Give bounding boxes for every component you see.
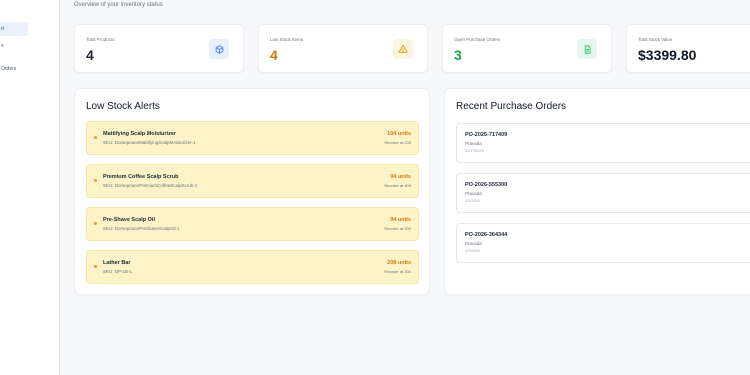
document-icon <box>577 39 597 59</box>
product-sku: SKU: DomepeacePreShaveScalpOil-1 <box>103 226 180 231</box>
reorder-level: Reorder at 300 <box>384 226 411 231</box>
units-count: 208 units <box>387 260 411 266</box>
purchase-order-id: PO-2026-555300 <box>465 182 508 188</box>
stat-card-open-purchase-orders: Open Purchase Orders 3 <box>442 24 612 73</box>
reorder-level: Reorder at 400 <box>384 183 411 188</box>
units-count: 104 units <box>387 131 411 137</box>
product-sku: SKU: DP-LB-1 <box>103 269 133 274</box>
warning-icon <box>393 39 413 59</box>
purchase-order-id: PO-2026-364344 <box>465 232 508 238</box>
status-dot <box>94 265 97 268</box>
product-sku: SKU: DomepeacePremiumCoffeeScalpScrub-1 <box>103 183 198 188</box>
reorder-level: Reorder at 230 <box>384 140 411 145</box>
stat-label: Total Stock Value <box>638 37 673 42</box>
stat-value: 4 <box>270 47 278 63</box>
units-count: 94 units <box>390 217 411 223</box>
stat-value: 4 <box>86 47 94 63</box>
product-name: Premium Coffee Scalp Scrub <box>103 174 179 180</box>
order-date: 11/17/2025 <box>465 149 484 153</box>
purchase-order-item[interactable]: PO-2026-364344 Pravada 1/7/2026 <box>456 223 750 263</box>
sidebar-item-label: s <box>1 43 4 49</box>
cube-icon <box>209 39 229 59</box>
units-count: 94 units <box>390 174 411 180</box>
sidebar-item-purchase-orders[interactable]: Orders <box>0 62 58 76</box>
stat-label: Total Products <box>86 37 115 42</box>
status-dot <box>94 136 97 139</box>
product-name: Lather Bar <box>103 260 131 266</box>
purchase-order-item[interactable]: PO-2025-717409 Pravada 11/17/2025 <box>456 123 750 163</box>
stat-card-low-stock: Low Stock Items 4 <box>258 24 428 73</box>
low-stock-panel: Low Stock Alerts Mattifying Scalp Moistu… <box>74 88 430 295</box>
product-name: Pre-Shave Scalp Oil <box>103 217 155 223</box>
sidebar-item-products[interactable]: s <box>0 39 58 53</box>
vendor-name: Pravada <box>465 241 482 246</box>
low-stock-item[interactable]: Pre-Shave Scalp Oil SKU: DomepeacePreSha… <box>86 207 419 241</box>
order-date: 1/7/2026 <box>465 249 480 253</box>
panel-title: Low Stock Alerts <box>86 101 160 112</box>
sidebar-item-dashboard[interactable]: d <box>0 22 28 36</box>
low-stock-item[interactable]: Premium Coffee Scalp Scrub SKU: Domepeac… <box>86 164 419 198</box>
stat-label: Low Stock Items <box>270 37 304 42</box>
product-sku: SKU: DomepeaceMattifyingScalpMoisturizer… <box>103 140 196 145</box>
stat-card-total-products: Total Products 4 <box>74 24 244 73</box>
page-subtitle: Overview of your inventory status <box>74 2 163 8</box>
vendor-name: Pravada <box>465 141 482 146</box>
product-name: Mattifying Scalp Moisturizer <box>103 131 177 137</box>
order-date: 1/7/2026 <box>465 199 480 203</box>
reorder-level: Reorder at 300 <box>384 269 411 274</box>
stat-value: 3 <box>454 47 462 63</box>
sidebar: d s Orders <box>0 0 60 375</box>
sidebar-item-settings[interactable] <box>0 80 58 94</box>
low-stock-item[interactable]: Lather Bar SKU: DP-LB-1 208 units Reorde… <box>86 250 419 284</box>
low-stock-item[interactable]: Mattifying Scalp Moisturizer SKU: Domepe… <box>86 121 419 155</box>
vendor-name: Pravada <box>465 191 482 196</box>
status-dot <box>94 179 97 182</box>
sidebar-item-label: Orders <box>1 66 17 72</box>
sidebar-item-label: d <box>1 26 4 32</box>
panel-title: Recent Purchase Orders <box>456 101 567 112</box>
stat-card-total-stock-value: Total Stock Value $3399.80 <box>626 24 750 73</box>
purchase-order-item[interactable]: PO-2026-555300 Pravada 1/7/2026 <box>456 173 750 213</box>
purchase-orders-panel: Recent Purchase Orders PO-2025-717409 Pr… <box>444 88 750 295</box>
main-content: Overview of your inventory status Total … <box>60 0 750 375</box>
purchase-order-id: PO-2025-717409 <box>465 132 508 138</box>
status-dot <box>94 222 97 225</box>
stat-label: Open Purchase Orders <box>454 37 501 42</box>
stat-value: $3399.80 <box>638 47 697 63</box>
